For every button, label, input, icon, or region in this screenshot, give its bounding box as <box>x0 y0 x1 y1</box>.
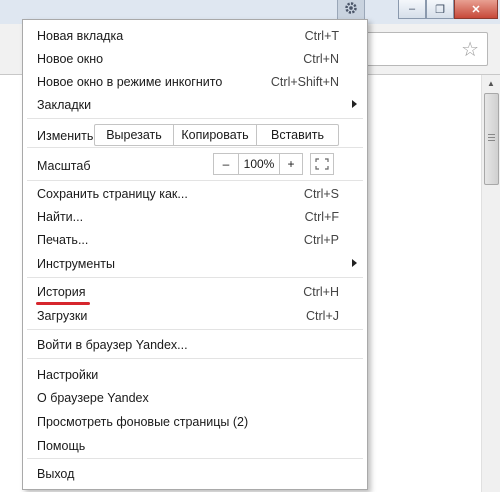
menu-item-label: Новая вкладка <box>37 29 124 43</box>
zoom-controls: – 100% + <box>213 153 303 175</box>
zoom-out-button[interactable]: – <box>214 154 238 174</box>
grip-line <box>488 134 495 135</box>
menu-item-about[interactable]: О браузере Yandex <box>23 388 367 408</box>
close-icon: ✕ <box>471 3 481 16</box>
menu-item-help[interactable]: Помощь <box>23 436 367 456</box>
star-icon[interactable]: ☆ <box>461 37 479 62</box>
menu-item-find[interactable]: Найти... Ctrl+F <box>23 207 367 227</box>
menu-item-shortcut: Ctrl+H <box>303 285 339 299</box>
menu-item-label: Просмотреть фоновые страницы (2) <box>37 415 249 429</box>
fullscreen-button[interactable] <box>310 153 334 175</box>
menu-separator <box>27 118 363 119</box>
history-highlight-underline <box>36 302 90 305</box>
scroll-thumb[interactable] <box>484 93 499 185</box>
grip-line <box>488 140 495 141</box>
zoom-level: 100% <box>238 154 279 174</box>
menu-item-shortcut: Ctrl+J <box>306 309 339 323</box>
minimize-icon: – <box>408 3 416 15</box>
zoom-in-button[interactable]: + <box>279 154 302 174</box>
gear-icon <box>344 1 358 20</box>
menu-item-downloads[interactable]: Загрузки Ctrl+J <box>23 306 367 326</box>
menu-item-incognito[interactable]: Новое окно в режиме инкогнито Ctrl+Shift… <box>23 72 367 92</box>
menu-separator <box>27 277 363 278</box>
menu-item-tools[interactable]: Инструменты <box>23 254 367 274</box>
menu-item-label: Изменить <box>37 129 94 143</box>
menu-item-label: Найти... <box>37 210 84 224</box>
menu-item-history[interactable]: История Ctrl+H <box>23 282 367 302</box>
menu-item-label: О браузере Yandex <box>37 391 149 405</box>
menu-item-shortcut: Ctrl+F <box>304 210 339 224</box>
cut-button[interactable]: Вырезать <box>95 125 173 145</box>
menu-button[interactable] <box>337 0 365 21</box>
menu-item-label: Сохранить страницу как... <box>37 187 188 201</box>
window-controls: – ❐ ✕ <box>398 0 498 20</box>
menu-item-label: Новое окно <box>37 52 104 66</box>
menu-separator <box>27 147 363 148</box>
menu-item-shortcut: Ctrl+S <box>303 187 339 201</box>
restore-icon: ❐ <box>435 3 445 16</box>
menu-item-shortcut: Ctrl+P <box>303 233 339 247</box>
copy-button[interactable]: Копировать <box>173 125 256 145</box>
menu-item-settings[interactable]: Настройки <box>23 365 367 385</box>
fullscreen-icon <box>311 158 333 177</box>
menu-item-label: Выход <box>37 467 75 481</box>
menu-item-print[interactable]: Печать... Ctrl+P <box>23 230 367 250</box>
submenu-arrow-icon <box>352 259 357 267</box>
menu-item-bookmarks[interactable]: Закладки <box>23 95 367 115</box>
menu-item-save-page[interactable]: Сохранить страницу как... Ctrl+S <box>23 184 367 204</box>
menu-item-exit[interactable]: Выход <box>23 464 367 484</box>
menu-item-shortcut: Ctrl+T <box>304 29 339 43</box>
menu-item-edit: Изменить Вырезать Копировать Вставить <box>23 124 367 146</box>
grip-line <box>488 137 495 138</box>
menu-item-label: Масштаб <box>37 159 91 173</box>
menu-item-label: Загрузки <box>37 309 88 323</box>
menu-item-shortcut: Ctrl+Shift+N <box>270 75 339 89</box>
menu-item-label: Печать... <box>37 233 89 247</box>
scroll-up-arrow-icon[interactable]: ▲ <box>482 75 500 92</box>
menu-item-sign-in[interactable]: Войти в браузер Yandex... <box>23 335 367 355</box>
menu-item-shortcut: Ctrl+N <box>303 52 339 66</box>
paste-button[interactable]: Вставить <box>256 125 338 145</box>
edit-button-group: Вырезать Копировать Вставить <box>94 124 339 146</box>
menu-separator <box>27 458 363 459</box>
menu-item-label: Инструменты <box>37 257 115 271</box>
minimize-button[interactable]: – <box>398 0 426 19</box>
menu-item-label: Новое окно в режиме инкогнито <box>37 75 223 89</box>
menu-item-background-pages[interactable]: Просмотреть фоновые страницы (2) <box>23 412 367 432</box>
menu-item-label: Войти в браузер Yandex... <box>37 338 188 352</box>
menu-item-new-tab[interactable]: Новая вкладка Ctrl+T <box>23 26 367 46</box>
submenu-arrow-icon <box>352 100 357 108</box>
menu-separator <box>27 358 363 359</box>
restore-button[interactable]: ❐ <box>426 0 454 19</box>
menu-item-label: Настройки <box>37 368 99 382</box>
menu-item-label: Помощь <box>37 439 86 453</box>
vertical-scrollbar[interactable]: ▲ <box>481 75 500 492</box>
close-button[interactable]: ✕ <box>454 0 498 19</box>
menu-separator <box>27 180 363 181</box>
menu-item-new-window[interactable]: Новое окно Ctrl+N <box>23 49 367 69</box>
menu-item-zoom: Масштаб – 100% + <box>23 153 367 176</box>
menu-item-label: История <box>37 285 86 299</box>
browser-main-menu: Новая вкладка Ctrl+T Новое окно Ctrl+N Н… <box>22 19 368 490</box>
menu-separator <box>27 329 363 330</box>
menu-item-label: Закладки <box>37 98 92 112</box>
